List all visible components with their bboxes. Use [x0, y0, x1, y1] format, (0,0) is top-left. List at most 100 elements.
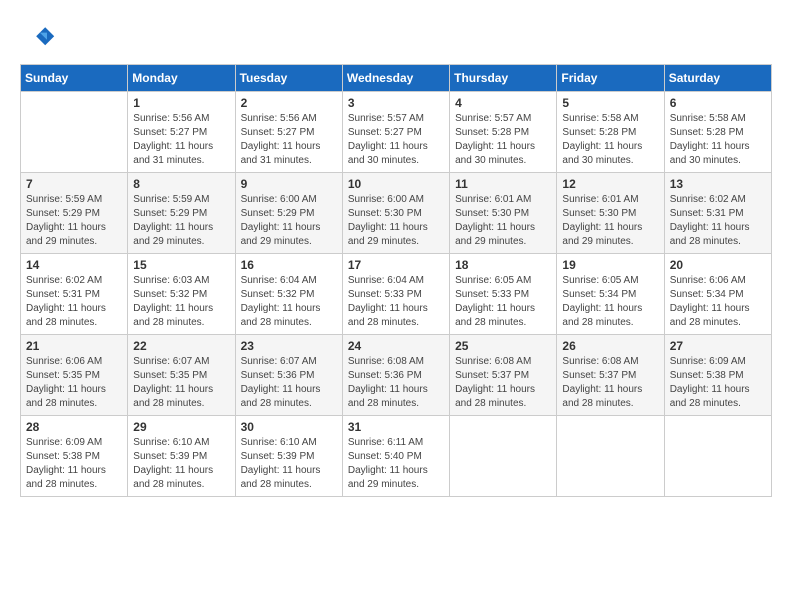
calendar-cell: 5Sunrise: 5:58 AM Sunset: 5:28 PM Daylig…: [557, 92, 664, 173]
day-info: Sunrise: 5:59 AM Sunset: 5:29 PM Dayligh…: [133, 193, 229, 249]
day-info: Sunrise: 5:56 AM Sunset: 5:27 PM Dayligh…: [241, 112, 337, 168]
calendar-cell: 1 Sunrise: 5:56 AM Sunset: 5:27 PM Daylig…: [128, 92, 235, 173]
calendar-cell: 12 Sunrise: 6:01 AM Sunset: 5:30 PM Dayli…: [557, 173, 664, 254]
day-number: 9: [241, 177, 337, 191]
weekday-header-monday: Monday: [128, 65, 235, 92]
weekday-header-friday: Friday: [557, 65, 664, 92]
day-info: Sunrise: 6:05 AM Sunset: 5:34 PM Dayligh…: [562, 274, 658, 330]
calendar-cell: 26 Sunrise: 6:08 AM Sunset: 5:37 PM Dayli…: [557, 335, 664, 416]
day-info: Sunrise: 6:08 AM Sunset: 5:37 PM Dayligh…: [562, 355, 658, 411]
calendar-cell: 13 Sunrise: 6:02 AM Sunset: 5:31 PM Dayli…: [664, 173, 771, 254]
calendar-cell: 10 Sunrise: 6:00 AM Sunset: 5:30 PM Dayli…: [342, 173, 449, 254]
day-number: 13: [670, 177, 766, 191]
calendar-cell: 28 Sunrise: 6:09 AM Sunset: 5:38 PM Dayli…: [21, 416, 128, 497]
calendar-cell: 21 Sunrise: 6:06 AM Sunset: 5:35 PM Dayli…: [21, 335, 128, 416]
weekday-header-wednesday: Wednesday: [342, 65, 449, 92]
day-info: Sunrise: 6:04 AM Sunset: 5:32 PM Dayligh…: [241, 274, 337, 330]
day-number: 31: [348, 420, 444, 434]
weekday-header-thursday: Thursday: [450, 65, 557, 92]
day-number: 10: [348, 177, 444, 191]
day-info: Sunrise: 6:00 AM Sunset: 5:30 PM Dayligh…: [348, 193, 444, 249]
day-info: Sunrise: 6:00 AM Sunset: 5:29 PM Dayligh…: [241, 193, 337, 249]
day-info: Sunrise: 6:03 AM Sunset: 5:32 PM Dayligh…: [133, 274, 229, 330]
day-number: 8: [133, 177, 229, 191]
calendar-cell: [664, 416, 771, 497]
day-info: Sunrise: 6:02 AM Sunset: 5:31 PM Dayligh…: [670, 193, 766, 249]
day-info: Sunrise: 5:58 AM Sunset: 5:28 PM Dayligh…: [670, 112, 766, 168]
day-number: 1: [133, 96, 229, 110]
calendar-cell: 23 Sunrise: 6:07 AM Sunset: 5:36 PM Dayli…: [235, 335, 342, 416]
day-info: Sunrise: 6:09 AM Sunset: 5:38 PM Dayligh…: [26, 436, 122, 492]
day-number: 22: [133, 339, 229, 353]
day-number: 26: [562, 339, 658, 353]
calendar-cell: 7Sunrise: 5:59 AM Sunset: 5:29 PM Daylig…: [21, 173, 128, 254]
day-info: Sunrise: 6:10 AM Sunset: 5:39 PM Dayligh…: [133, 436, 229, 492]
day-number: 20: [670, 258, 766, 272]
day-number: 15: [133, 258, 229, 272]
day-info: Sunrise: 6:05 AM Sunset: 5:33 PM Dayligh…: [455, 274, 551, 330]
calendar-cell: [21, 92, 128, 173]
calendar-cell: 16 Sunrise: 6:04 AM Sunset: 5:32 PM Dayli…: [235, 254, 342, 335]
logo-icon: [20, 20, 56, 56]
calendar-cell: 31 Sunrise: 6:11 AM Sunset: 5:40 PM Dayli…: [342, 416, 449, 497]
calendar-cell: [450, 416, 557, 497]
day-number: 2: [241, 96, 337, 110]
calendar-cell: 8 Sunrise: 5:59 AM Sunset: 5:29 PM Daylig…: [128, 173, 235, 254]
day-number: 30: [241, 420, 337, 434]
calendar-cell: 14Sunrise: 6:02 AM Sunset: 5:31 PM Dayli…: [21, 254, 128, 335]
calendar-cell: 3Sunrise: 5:57 AM Sunset: 5:27 PM Daylig…: [342, 92, 449, 173]
day-info: Sunrise: 5:56 AM Sunset: 5:27 PM Dayligh…: [133, 112, 229, 168]
day-number: 4: [455, 96, 551, 110]
weekday-header-saturday: Saturday: [664, 65, 771, 92]
day-info: Sunrise: 6:08 AM Sunset: 5:36 PM Dayligh…: [348, 355, 444, 411]
calendar-cell: 6 Sunrise: 5:58 AM Sunset: 5:28 PM Daylig…: [664, 92, 771, 173]
calendar-cell: [557, 416, 664, 497]
day-info: Sunrise: 6:01 AM Sunset: 5:30 PM Dayligh…: [562, 193, 658, 249]
day-number: 19: [562, 258, 658, 272]
day-number: 6: [670, 96, 766, 110]
page-header: [20, 20, 772, 56]
calendar-cell: 27 Sunrise: 6:09 AM Sunset: 5:38 PM Dayli…: [664, 335, 771, 416]
day-number: 23: [241, 339, 337, 353]
day-info: Sunrise: 6:11 AM Sunset: 5:40 PM Dayligh…: [348, 436, 444, 492]
calendar-cell: 30 Sunrise: 6:10 AM Sunset: 5:39 PM Dayli…: [235, 416, 342, 497]
calendar-cell: 2 Sunrise: 5:56 AM Sunset: 5:27 PM Daylig…: [235, 92, 342, 173]
day-number: 24: [348, 339, 444, 353]
calendar-cell: 15 Sunrise: 6:03 AM Sunset: 5:32 PM Dayli…: [128, 254, 235, 335]
day-number: 17: [348, 258, 444, 272]
calendar-cell: 4 Sunrise: 5:57 AM Sunset: 5:28 PM Daylig…: [450, 92, 557, 173]
day-number: 28: [26, 420, 122, 434]
day-number: 11: [455, 177, 551, 191]
calendar-cell: 11 Sunrise: 6:01 AM Sunset: 5:30 PM Dayli…: [450, 173, 557, 254]
day-number: 27: [670, 339, 766, 353]
day-info: Sunrise: 6:08 AM Sunset: 5:37 PM Dayligh…: [455, 355, 551, 411]
day-info: Sunrise: 6:10 AM Sunset: 5:39 PM Dayligh…: [241, 436, 337, 492]
day-number: 12: [562, 177, 658, 191]
day-info: Sunrise: 6:01 AM Sunset: 5:30 PM Dayligh…: [455, 193, 551, 249]
day-info: Sunrise: 6:09 AM Sunset: 5:38 PM Dayligh…: [670, 355, 766, 411]
day-number: 29: [133, 420, 229, 434]
calendar-cell: 18 Sunrise: 6:05 AM Sunset: 5:33 PM Dayli…: [450, 254, 557, 335]
calendar-cell: 9 Sunrise: 6:00 AM Sunset: 5:29 PM Daylig…: [235, 173, 342, 254]
day-number: 16: [241, 258, 337, 272]
calendar-cell: 29 Sunrise: 6:10 AM Sunset: 5:39 PM Dayli…: [128, 416, 235, 497]
day-number: 18: [455, 258, 551, 272]
logo: [20, 20, 62, 56]
day-number: 21: [26, 339, 122, 353]
day-info: Sunrise: 6:02 AM Sunset: 5:31 PM Dayligh…: [26, 274, 122, 330]
calendar-cell: 25 Sunrise: 6:08 AM Sunset: 5:37 PM Dayli…: [450, 335, 557, 416]
day-number: 25: [455, 339, 551, 353]
day-number: 7: [26, 177, 122, 191]
calendar-cell: 20Sunrise: 6:06 AM Sunset: 5:34 PM Dayli…: [664, 254, 771, 335]
day-info: Sunrise: 6:07 AM Sunset: 5:36 PM Dayligh…: [241, 355, 337, 411]
calendar-cell: 19 Sunrise: 6:05 AM Sunset: 5:34 PM Dayli…: [557, 254, 664, 335]
calendar-cell: 17Sunrise: 6:04 AM Sunset: 5:33 PM Dayli…: [342, 254, 449, 335]
day-info: Sunrise: 5:58 AM Sunset: 5:28 PM Dayligh…: [562, 112, 658, 168]
weekday-header-sunday: Sunday: [21, 65, 128, 92]
day-info: Sunrise: 6:06 AM Sunset: 5:35 PM Dayligh…: [26, 355, 122, 411]
day-info: Sunrise: 5:57 AM Sunset: 5:28 PM Dayligh…: [455, 112, 551, 168]
calendar-cell: 22 Sunrise: 6:07 AM Sunset: 5:35 PM Dayli…: [128, 335, 235, 416]
weekday-header-tuesday: Tuesday: [235, 65, 342, 92]
calendar-cell: 24 Sunrise: 6:08 AM Sunset: 5:36 PM Dayli…: [342, 335, 449, 416]
day-info: Sunrise: 6:07 AM Sunset: 5:35 PM Dayligh…: [133, 355, 229, 411]
